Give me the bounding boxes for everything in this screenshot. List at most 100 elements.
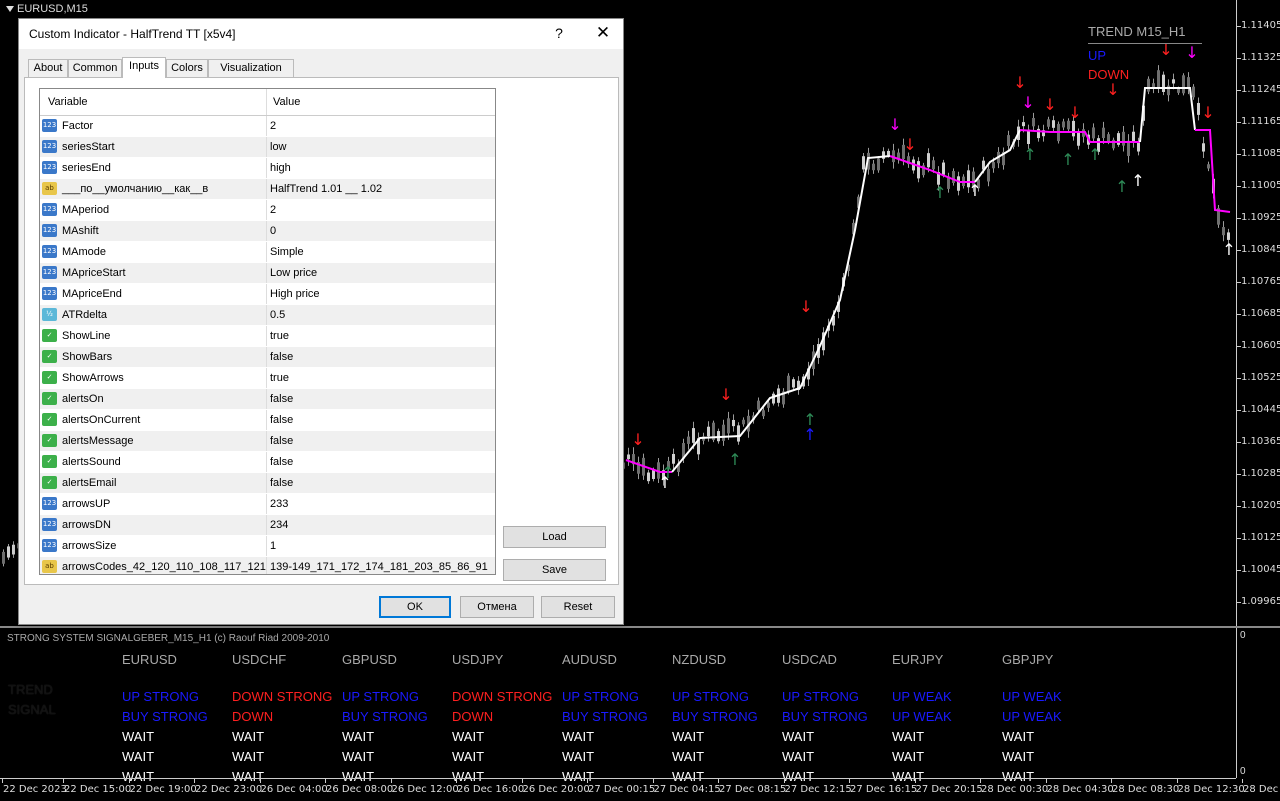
pair-trend: UP STRONG — [562, 689, 640, 704]
input-row[interactable]: 123 Factor 2 — [40, 116, 495, 137]
column-variable[interactable]: Variable — [48, 96, 88, 108]
load-button[interactable]: Load — [503, 526, 606, 548]
reset-button[interactable]: Reset — [541, 596, 615, 618]
input-value[interactable]: Low price — [270, 267, 317, 279]
input-value[interactable]: HalfTrend 1.01 __ 1.02 — [270, 183, 382, 195]
input-row[interactable]: ✓ alertsSound false — [40, 452, 495, 473]
candle-body — [2, 551, 5, 564]
pair-signal: BUY STRONG — [122, 709, 208, 724]
input-value[interactable]: false — [270, 435, 293, 447]
pair-spacer — [672, 670, 782, 687]
save-button[interactable]: Save — [503, 559, 606, 581]
input-row[interactable]: ✓ alertsMessage false — [40, 431, 495, 452]
halftrend-line — [1139, 87, 1196, 143]
close-icon[interactable]: ✕ — [593, 23, 613, 43]
input-row[interactable]: ✓ ShowBars false — [40, 347, 495, 368]
candle-body — [957, 176, 960, 191]
input-variable: ATRdelta — [62, 309, 108, 321]
row-divider — [266, 515, 267, 535]
price-label: 1.09965 — [1241, 596, 1280, 607]
tab-about[interactable]: About — [28, 59, 68, 77]
input-value[interactable]: false — [270, 414, 293, 426]
input-value[interactable]: 234 — [270, 519, 288, 531]
input-row[interactable]: ✓ alertsOnCurrent false — [40, 410, 495, 431]
time-label: 26 Dec 08:00 — [326, 784, 394, 795]
price-label: 1.11005 — [1241, 180, 1280, 191]
time-axis[interactable]: 22 Dec 2023 22 Dec 15:00 22 Dec 19:00 22 De… — [0, 778, 1280, 801]
candle-body — [1072, 120, 1075, 137]
input-row[interactable]: ab arrowsCodes_42_120_110_108_117_121 139-… — [40, 557, 495, 574]
input-row[interactable]: ✓ ShowArrows true — [40, 368, 495, 389]
input-row[interactable]: ab ___по__умолчанию__как__в HalfTrend 1.01… — [40, 179, 495, 200]
input-row[interactable]: 123 MAperiod 2 — [40, 200, 495, 221]
column-value[interactable]: Value — [273, 96, 300, 108]
num-type-icon: 123 — [42, 518, 57, 531]
time-tick — [587, 779, 588, 783]
input-value[interactable]: true — [270, 372, 289, 384]
input-row[interactable]: ✓ ShowLine true — [40, 326, 495, 347]
pair-column: GBPJPY UP WEAK UP WEAK WAIT WAIT WAIT — [1002, 650, 1112, 787]
input-row[interactable]: 123 MApriceStart Low price — [40, 263, 495, 284]
input-row[interactable]: 123 seriesEnd high — [40, 158, 495, 179]
input-row[interactable]: ✓ alertsOn false — [40, 389, 495, 410]
tab-colors[interactable]: Colors — [166, 59, 208, 77]
input-row[interactable]: 123 arrowsSize 1 — [40, 536, 495, 557]
num-type-icon: 123 — [42, 245, 57, 258]
candle-body — [1192, 86, 1195, 98]
bool-type-icon: ✓ — [42, 371, 57, 384]
tab-inputs[interactable]: Inputs — [122, 57, 166, 78]
pair-column: AUDUSD UP STRONG BUY STRONG WAIT WAIT WAIT — [562, 650, 672, 787]
input-row[interactable]: 123 MApriceEnd High price — [40, 284, 495, 305]
input-variable: MAperiod — [62, 204, 110, 216]
input-value[interactable]: high — [270, 162, 291, 174]
candle-body — [1207, 164, 1210, 169]
time-label: 28 Dec 12:30 — [1177, 784, 1245, 795]
cancel-button[interactable]: Отмена — [460, 596, 534, 618]
candle-body — [757, 400, 760, 410]
candle-body — [787, 375, 790, 393]
input-value[interactable]: low — [270, 141, 287, 153]
arrow-down-icon: ↓ — [888, 115, 901, 134]
input-row[interactable]: 123 arrowsDN 234 — [40, 515, 495, 536]
input-row[interactable]: 123 arrowsUP 233 — [40, 494, 495, 515]
num-type-icon: 123 — [42, 119, 57, 132]
column-divider[interactable] — [266, 89, 267, 115]
ok-button[interactable]: OK — [379, 596, 451, 618]
candle-body — [1222, 227, 1225, 236]
input-value[interactable]: High price — [270, 288, 320, 300]
input-value[interactable]: false — [270, 393, 293, 405]
pair-wait: WAIT — [782, 729, 815, 744]
price-axis[interactable]: 1.11405 1.11325 1.11245 1.11165 1.11085 1.110… — [1236, 0, 1280, 626]
trend-panel: TREND M15_H1 UP DOWN — [1088, 24, 1202, 82]
input-value[interactable]: 0.5 — [270, 309, 285, 321]
dialog-titlebar[interactable]: Custom Indicator - HalfTrend TT [x5v4] ?… — [19, 19, 623, 49]
input-row[interactable]: 123 MAmode Simple — [40, 242, 495, 263]
input-value[interactable]: 2 — [270, 120, 276, 132]
row-divider — [266, 536, 267, 556]
help-icon[interactable]: ? — [551, 25, 567, 41]
input-variable: alertsEmail — [62, 477, 117, 489]
input-value[interactable]: false — [270, 456, 293, 468]
input-value[interactable]: Simple — [270, 246, 304, 258]
input-value[interactable]: 2 — [270, 204, 276, 216]
input-row[interactable]: ✓ alertsEmail false — [40, 473, 495, 494]
tab-visualization[interactable]: Visualization — [208, 59, 294, 77]
input-row[interactable]: ½ ATRdelta 0.5 — [40, 305, 495, 326]
input-row[interactable]: 123 seriesStart low — [40, 137, 495, 158]
input-value[interactable]: 1 — [270, 540, 276, 552]
input-value[interactable]: 0 — [270, 225, 276, 237]
subwindow-separator[interactable] — [0, 626, 1280, 628]
price-label: 1.10685 — [1241, 308, 1280, 319]
input-row[interactable]: 123 MAshift 0 — [40, 221, 495, 242]
input-value[interactable]: true — [270, 330, 289, 342]
input-value[interactable]: false — [270, 351, 293, 363]
inputs-table[interactable]: Variable Value 123 Factor 2 123 seriesStart l… — [39, 88, 496, 575]
row-divider — [266, 389, 267, 409]
tab-common[interactable]: Common — [68, 59, 122, 77]
input-value[interactable]: 233 — [270, 498, 288, 510]
row-divider — [266, 242, 267, 262]
input-value[interactable]: 139-149_171_172_174_181_203_85_86_91 — [270, 561, 488, 573]
time-tick — [456, 779, 457, 783]
input-value[interactable]: false — [270, 477, 293, 489]
input-variable: alertsMessage — [62, 435, 134, 447]
